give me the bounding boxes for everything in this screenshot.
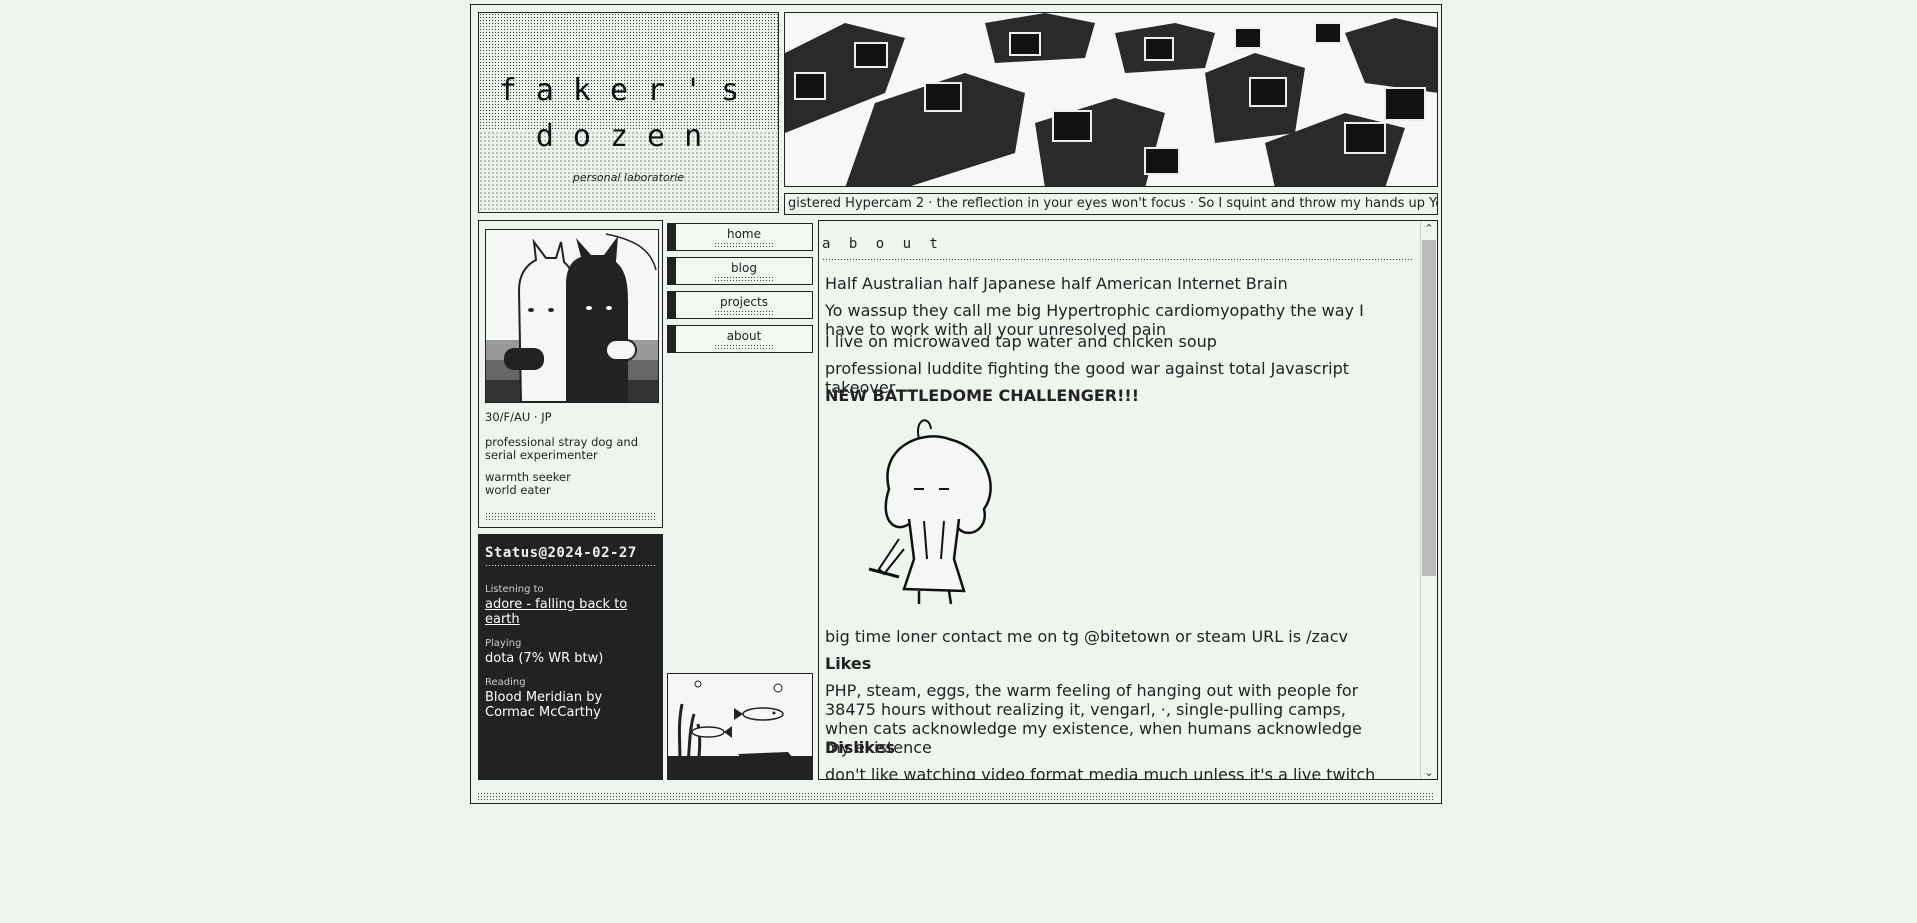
scroll-down-icon[interactable]: ⌄ [1421, 765, 1437, 779]
about-heading: a b o u t [822, 236, 943, 252]
about-contact-text: big time loner contact me on tg @bitetow… [825, 627, 1348, 646]
listening-label: Listening to [485, 584, 544, 595]
profile-bio-line2: world eater [485, 483, 551, 497]
scroll-up-icon[interactable]: ⌃ [1421, 221, 1437, 237]
profile-bio: professional stray dog and serial experi… [485, 435, 638, 462]
reading-label: Reading [485, 677, 526, 688]
scrollbar-thumb[interactable] [1422, 240, 1436, 576]
page-frame: faker's dozen personal laboratorie giste… [470, 4, 1442, 804]
nav-blog-dots [714, 276, 774, 281]
nav-about-label: about [726, 329, 762, 343]
nav-home-label: home [726, 227, 762, 241]
nav-blog-label: blog [731, 261, 757, 275]
dislikes-text: don't like watching video format media m… [825, 765, 1376, 780]
avatar [485, 229, 659, 403]
nav-about-button[interactable]: about [667, 325, 813, 353]
nav-projects-label: projects [720, 295, 768, 309]
site-subtitle: personal laboratorie [572, 171, 685, 184]
status-panel: Status@2024-02-27 Listening to adore - f… [478, 534, 663, 780]
nav-about-dots [714, 344, 774, 349]
content-scrollbar[interactable]: ⌃ ⌄ [1420, 221, 1437, 779]
dislikes-heading: Dislikes [825, 738, 895, 757]
reading-value: Blood Meridian by Cormac McCarthy [485, 690, 603, 720]
nav-projects-dots [714, 310, 774, 315]
profile-divider [485, 512, 656, 521]
news-ticker: gistered Hypercam 2 · the reflection in … [784, 193, 1438, 215]
about-diet-text: I live on microwaved tap water and chick… [825, 332, 1217, 351]
two-cats-illustration [486, 230, 658, 402]
ticker-text: gistered Hypercam 2 · the reflection in … [788, 196, 1438, 211]
status-heading-underline [485, 564, 656, 567]
playing-label: Playing [485, 638, 522, 649]
nav-projects-button[interactable]: projects [667, 291, 813, 319]
site-logo[interactable]: faker's dozen personal laboratorie [478, 12, 779, 213]
about-origin-text: Half Australian half Japanese half Ameri… [825, 274, 1288, 293]
office-computers-illustration [785, 13, 1437, 186]
playing-value: dota (7% WR btw) [485, 651, 604, 666]
fish-tank-svg [668, 680, 812, 779]
header-banner-image [784, 12, 1438, 187]
about-content-panel[interactable]: a b o u t Half Australian half Japanese … [818, 220, 1438, 780]
nav-blog-button[interactable]: blog [667, 257, 813, 285]
chibi-character-drawing [868, 419, 992, 605]
likes-heading: Likes [825, 654, 872, 673]
fish-tank-illustration [667, 673, 813, 780]
profile-card: 30/F/AU · JP professional stray dog and … [478, 220, 663, 528]
nav-home-button[interactable]: home [667, 223, 813, 251]
listening-link[interactable]: adore - falling back to earth [485, 597, 655, 627]
about-challenger-text: NEW BATTLEDOME CHALLENGER!!! [825, 386, 1139, 405]
site-title: faker's dozen [498, 73, 759, 154]
profile-age-location: 30/F/AU · JP [485, 410, 552, 424]
nav-home-dots [714, 242, 774, 247]
about-heading-underline [822, 258, 1412, 262]
status-heading: Status@2024-02-27 [485, 545, 637, 561]
footer-divider [477, 792, 1435, 800]
